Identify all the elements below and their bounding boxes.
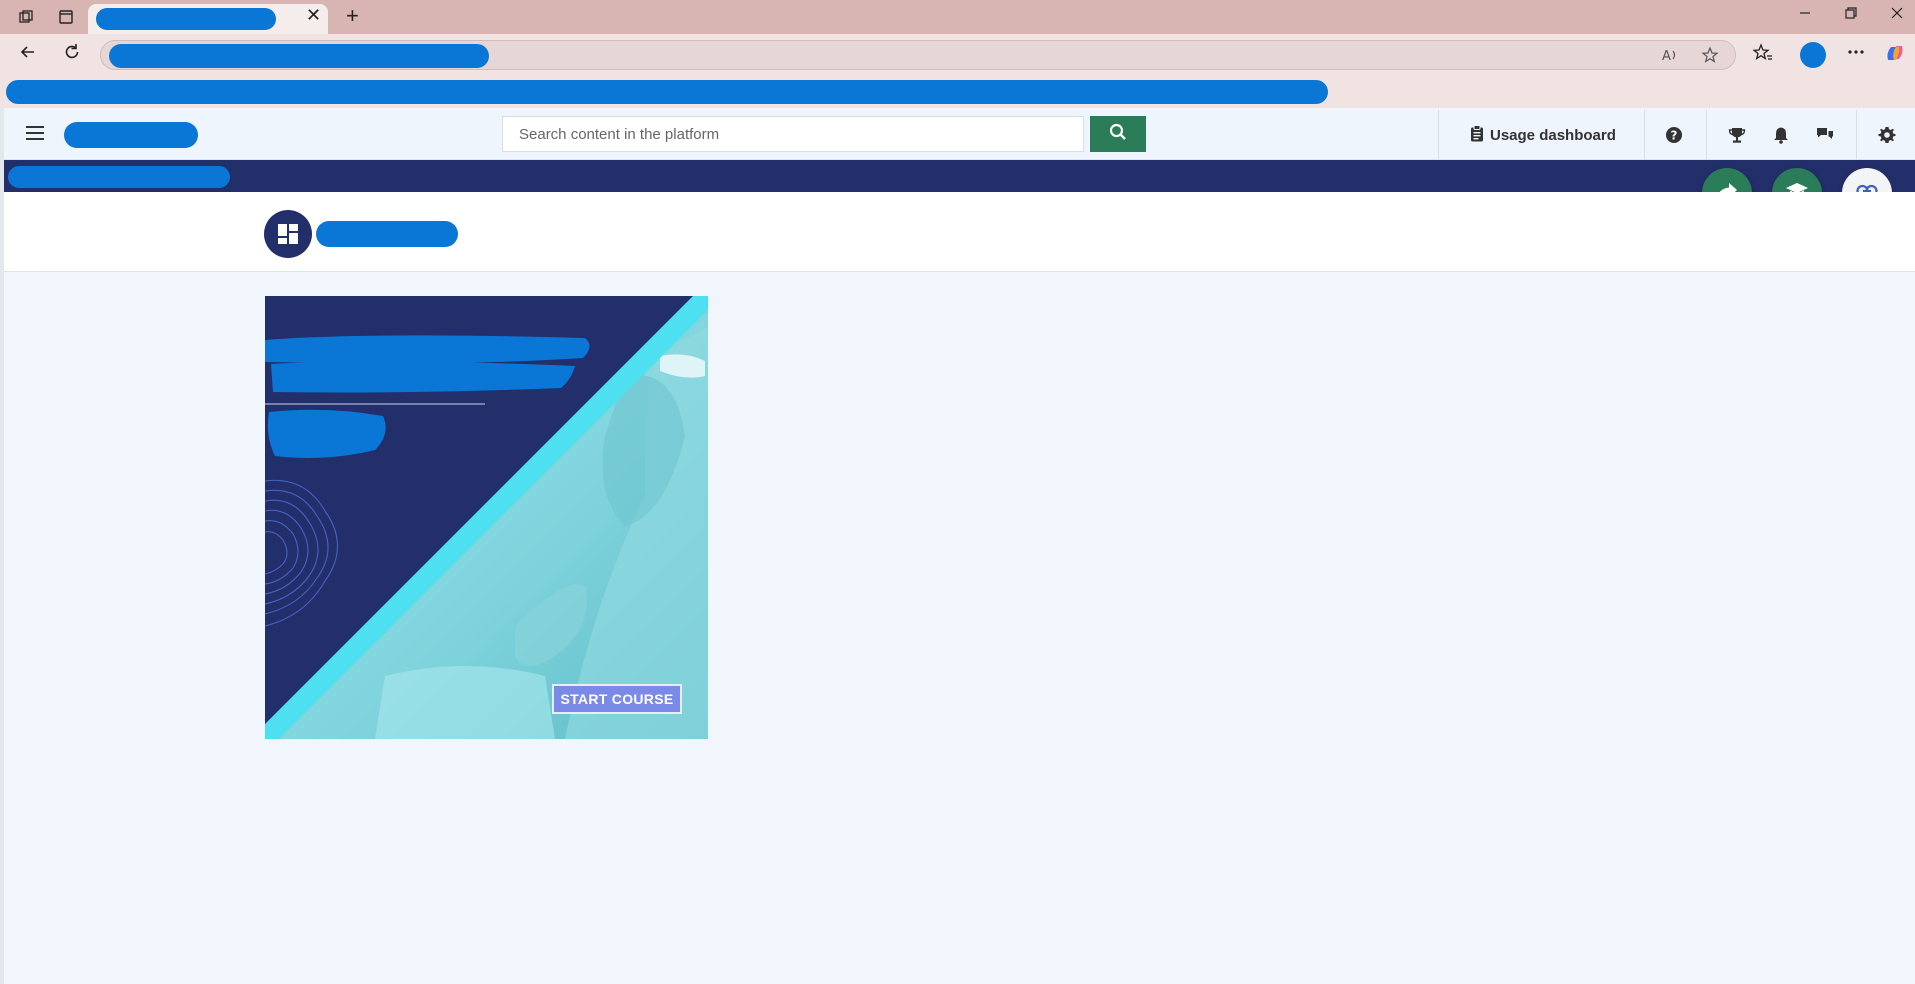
tab-actions-icon[interactable] xyxy=(56,7,76,27)
favorites-icon[interactable] xyxy=(1752,42,1773,67)
logo-redaction xyxy=(64,122,198,148)
favorite-star-icon[interactable] xyxy=(1701,46,1719,69)
start-course-button[interactable]: START COURSE xyxy=(552,684,682,714)
breadcrumb-band xyxy=(4,160,1915,192)
browser-address-bar: A xyxy=(0,34,1915,74)
dashboard-icon xyxy=(264,210,312,258)
trophy-icon[interactable] xyxy=(1726,124,1748,146)
hamburger-menu-icon[interactable] xyxy=(26,124,46,147)
usage-dashboard-label: Usage dashboard xyxy=(1490,127,1616,144)
app-header: Usage dashboard ? xyxy=(4,110,1915,160)
page-title-area xyxy=(4,192,1915,272)
active-tab[interactable] xyxy=(88,4,328,34)
new-tab-button[interactable]: + xyxy=(346,3,359,29)
copilot-icon[interactable] xyxy=(1884,42,1906,69)
notification-bell-icon[interactable] xyxy=(1770,124,1792,146)
page-title-redaction xyxy=(316,221,458,247)
svg-text:?: ? xyxy=(1671,129,1678,143)
back-icon[interactable] xyxy=(18,42,38,68)
clipboard-icon xyxy=(1470,125,1484,146)
breadcrumb-redaction xyxy=(8,166,230,188)
browser-tab-bar: ✕ + xyxy=(0,0,1915,34)
tab-close-icon[interactable]: ✕ xyxy=(306,5,321,26)
svg-text:A: A xyxy=(1662,49,1671,64)
header-divider xyxy=(1856,110,1857,160)
tab-title-redaction xyxy=(96,8,276,30)
more-options-icon[interactable] xyxy=(1846,42,1866,67)
usage-dashboard-button[interactable]: Usage dashboard xyxy=(1470,125,1616,146)
read-aloud-icon[interactable]: A xyxy=(1661,46,1679,69)
minimize-icon[interactable] xyxy=(1798,6,1812,25)
settings-gear-icon[interactable] xyxy=(1876,124,1898,146)
restore-icon[interactable] xyxy=(1844,6,1858,25)
course-card[interactable] xyxy=(265,296,708,739)
workspaces-icon[interactable] xyxy=(16,7,36,27)
header-divider xyxy=(1706,110,1707,160)
search-button[interactable] xyxy=(1090,116,1146,152)
profile-avatar[interactable] xyxy=(1800,42,1826,68)
help-icon[interactable]: ? xyxy=(1663,124,1685,146)
header-divider xyxy=(1644,110,1645,160)
search-input[interactable] xyxy=(503,117,1083,151)
chat-icon[interactable] xyxy=(1814,124,1836,146)
refresh-icon[interactable] xyxy=(62,42,82,68)
url-redaction xyxy=(109,44,489,68)
search-icon xyxy=(1109,123,1127,146)
search-box xyxy=(502,116,1084,152)
bookmarks-bar xyxy=(0,74,1915,108)
close-window-icon[interactable] xyxy=(1890,6,1904,25)
course-cover-image xyxy=(265,296,708,739)
bookmarks-redaction xyxy=(6,80,1328,104)
url-field[interactable]: A xyxy=(100,40,1736,70)
header-divider xyxy=(1438,110,1439,160)
